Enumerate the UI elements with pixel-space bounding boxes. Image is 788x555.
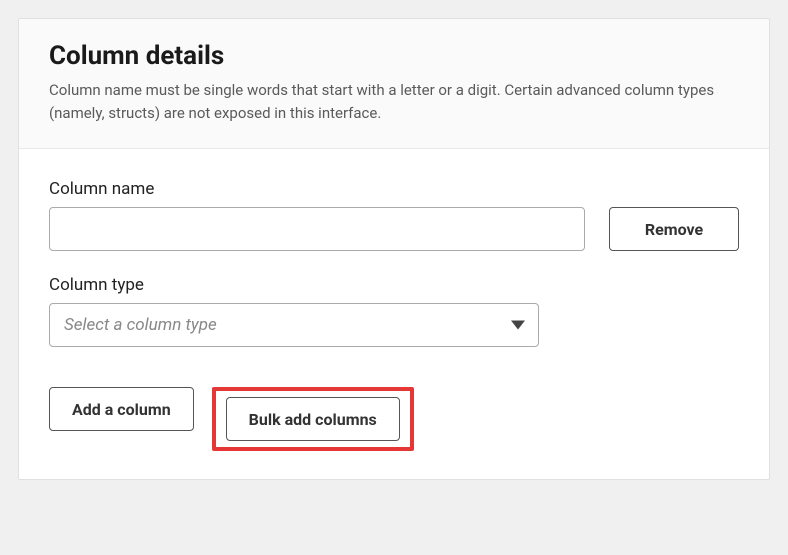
remove-button[interactable]: Remove xyxy=(609,207,739,251)
column-name-row: Column name Remove xyxy=(49,179,739,251)
panel-title: Column details xyxy=(49,41,739,71)
bulk-add-columns-button[interactable]: Bulk add columns xyxy=(226,397,400,441)
actions-row: Add a column Bulk add columns xyxy=(49,387,739,451)
add-column-button[interactable]: Add a column xyxy=(49,387,194,431)
column-type-field-group: Column type Select a column type xyxy=(49,275,539,347)
column-type-select[interactable]: Select a column type xyxy=(49,303,539,347)
column-details-panel: Column details Column name must be singl… xyxy=(18,18,770,480)
column-type-label: Column type xyxy=(49,275,539,295)
column-name-field-group: Column name xyxy=(49,179,585,251)
column-name-input[interactable] xyxy=(49,207,585,251)
panel-description: Column name must be single words that st… xyxy=(49,79,739,124)
panel-body: Column name Remove Column type Select a … xyxy=(19,149,769,479)
panel-header: Column details Column name must be singl… xyxy=(19,19,769,149)
bulk-add-highlight: Bulk add columns xyxy=(212,387,414,451)
column-name-label: Column name xyxy=(49,179,585,199)
column-type-placeholder: Select a column type xyxy=(49,303,539,347)
column-type-row: Column type Select a column type xyxy=(49,275,739,347)
